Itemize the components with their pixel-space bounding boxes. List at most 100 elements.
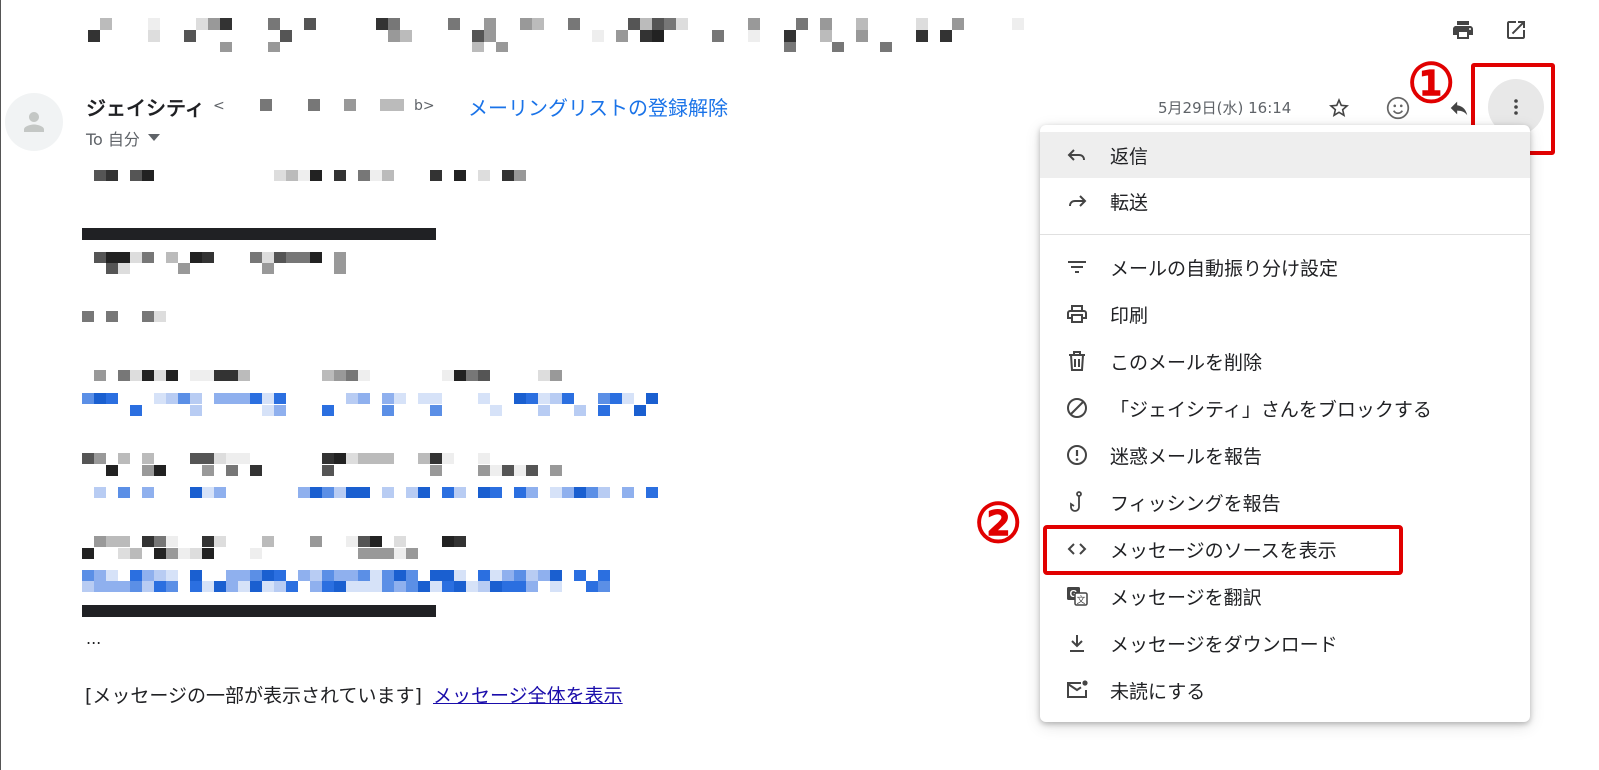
redaction-pixel [652,30,664,42]
sender-name[interactable]: ジェイシティ [86,92,205,121]
redaction-pixel [664,18,676,30]
menu-item-translate[interactable]: G文 メッセージを翻訳 [1040,573,1530,619]
open-in-new-window-button[interactable] [1500,14,1532,46]
reply-icon [1064,142,1090,168]
redaction-pixel [142,581,154,592]
menu-item-label: フィッシングを報告 [1110,492,1281,515]
redaction-pixel [406,581,418,592]
menu-item-filter[interactable]: メールの自動振り分け設定 [1040,244,1530,290]
redaction-pixel [94,487,106,498]
redaction-pixel [562,393,574,404]
redaction-pixel [856,30,868,42]
redaction-pixel [382,453,394,464]
redaction-pixel [166,581,178,592]
redaction-pixel [370,453,382,464]
redaction-pixel [166,548,178,559]
redaction-pixel [430,453,442,464]
menu-item-block-sender[interactable]: 「ジェイシティ」さんをブロックする [1040,385,1530,431]
menu-item-download[interactable]: メッセージをダウンロード [1040,620,1530,666]
printer-icon [1453,21,1473,39]
redaction-pixel [478,370,490,381]
unsubscribe-link[interactable]: メーリングリストの登録解除 [468,92,728,121]
redaction-pixel [310,170,322,181]
redaction-pixel [196,18,208,30]
redaction-pixel [130,170,142,181]
redaction-pixel [154,570,166,581]
redaction-pixel [262,581,274,592]
redaction-pixel [490,405,502,416]
redaction-pixel [250,393,262,404]
redaction-pixel [550,465,562,476]
redaction-pixel [322,405,334,416]
redaction-pixel [514,570,526,581]
redaction-pixel [154,581,166,592]
redaction-pixel [574,570,586,581]
recipient-dropdown[interactable]: To 自分 [86,126,160,150]
redaction-pixel [370,570,382,581]
redaction-pixel [382,405,394,416]
print-all-button[interactable] [1447,14,1479,46]
redaction-pixel [286,252,298,263]
redaction-pixel [106,393,118,404]
redaction-pixel [454,170,466,181]
menu-item-print[interactable]: 印刷 [1040,291,1530,337]
redaction-pixel [166,536,178,547]
show-full-message-link[interactable]: メッセージ全体を表示 [433,681,623,708]
redaction-pixel [466,370,478,381]
redaction-pixel [532,18,544,30]
menu-item-report-phishing[interactable]: フィッシングを報告 [1040,479,1530,525]
redaction-pixel [442,570,454,581]
redaction-pixel [154,393,166,404]
redaction-pixel [392,99,404,111]
menu-item-reply[interactable]: 返信 [1040,132,1530,178]
svg-text:文: 文 [1076,594,1085,606]
redaction-pixel [238,393,250,404]
person-icon [24,112,44,132]
menu-item-forward[interactable]: 転送 [1040,178,1530,224]
redaction-pixel [334,453,346,464]
redaction-pixel [82,393,94,404]
redaction-pixel [784,42,796,52]
redaction-pixel [358,570,370,581]
redaction-pixel [310,536,322,547]
redaction-pixel [454,581,466,592]
redaction-pixel [106,263,118,274]
redaction-pixel [370,170,382,181]
menu-item-mark-unread[interactable]: 未読にする [1040,667,1530,713]
redaction-pixel [550,370,562,381]
menu-item-report-spam[interactable]: 迷惑メールを報告 [1040,432,1530,478]
trimmed-content-ellipsis[interactable]: ... [86,629,101,648]
redaction-pixel [202,581,214,592]
redaction-pixel [142,536,154,547]
redaction-pixel [550,581,562,592]
redaction-pixel [442,453,454,464]
redaction-pixel [274,252,286,263]
redaction-pixel [616,30,628,42]
redaction-pixel [454,370,466,381]
star-button[interactable] [1323,92,1355,124]
redaction-pixel [142,170,154,181]
redaction-pixel [190,570,202,581]
redaction-pixel [334,487,346,498]
redaction-pixel [94,370,106,381]
redaction-pixel [418,581,430,592]
redaction-pixel [274,393,286,404]
redaction-pixel [382,487,394,498]
caret-down-icon [147,134,160,141]
redaction-pixel [130,581,142,592]
redaction-pixel [286,170,298,181]
redaction-pixel [568,18,580,30]
redaction-pixel [142,252,154,263]
annotation-step2: ② [974,491,1023,555]
redaction-pixel [214,536,226,547]
redaction-pixel [106,252,118,263]
redaction-pixel [274,170,286,181]
redaction-pixel [238,453,250,464]
redaction-pixel [94,170,106,181]
menu-item-delete[interactable]: このメールを削除 [1040,338,1530,384]
redaction-pixel [1012,18,1024,30]
redaction-pixel [202,536,214,547]
redaction-pixel [526,581,538,592]
menu-item-label: メッセージをダウンロード [1110,633,1338,656]
menu-divider [1040,234,1530,235]
